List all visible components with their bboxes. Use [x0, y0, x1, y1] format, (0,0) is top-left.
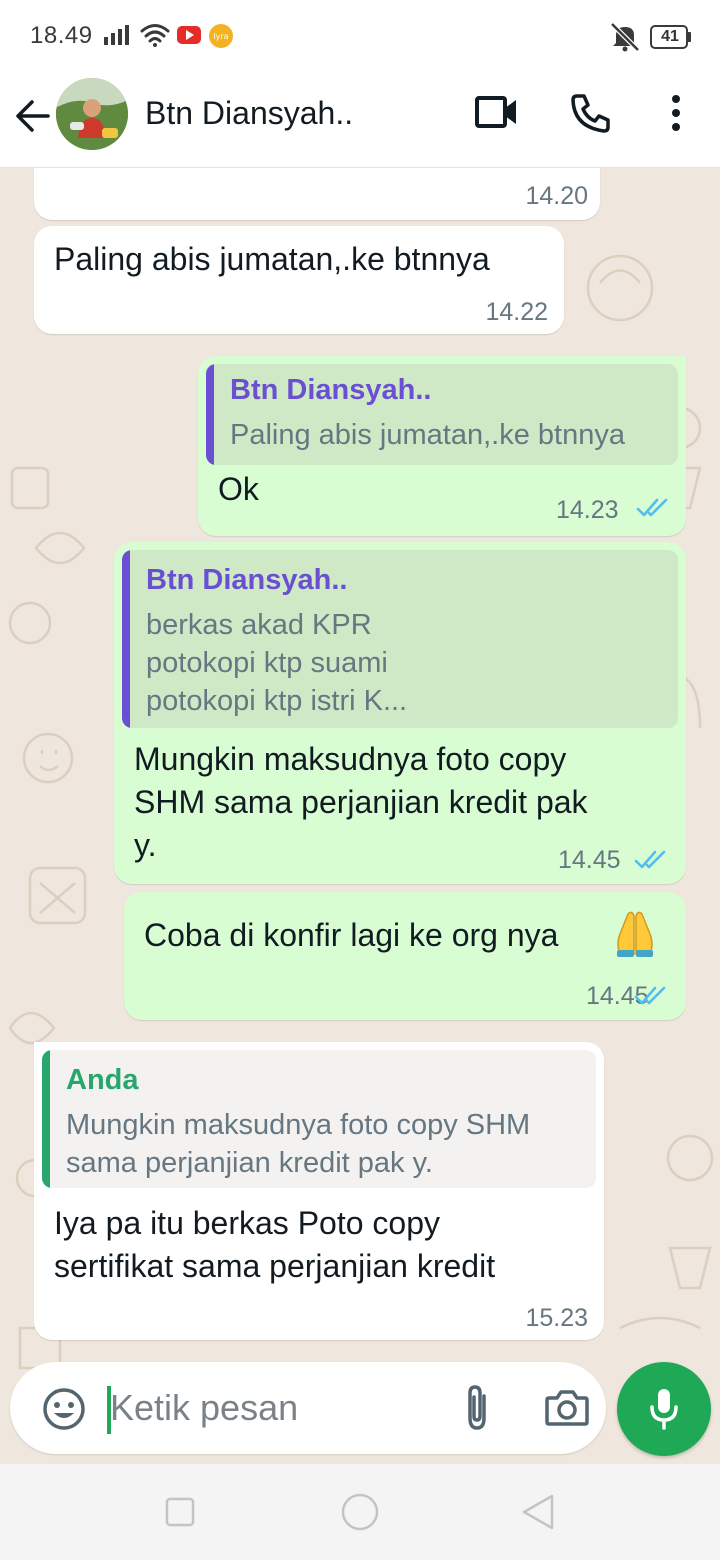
message-time: 14.20 — [525, 182, 588, 210]
message-bubble-incoming[interactable]: 14.20 — [34, 168, 600, 220]
folded-hands-emoji — [617, 911, 653, 957]
video-call-icon[interactable] — [474, 94, 520, 130]
chat-area[interactable]: 14.20 Paling abis jumatan,.ke btnnya 14.… — [0, 168, 720, 1464]
read-double-tick-icon — [634, 986, 666, 1005]
message-bubble-outgoing[interactable]: Btn Diansyah.. Paling abis jumatan,.ke b… — [198, 356, 686, 536]
message-text: Paling abis jumatan,.ke btnnya — [54, 241, 490, 277]
avatar[interactable] — [56, 78, 128, 150]
back-triangle-icon[interactable] — [520, 1493, 556, 1531]
quote-bar — [42, 1050, 50, 1188]
quote-text: Mungkin maksudnya foto copy SHM sama per… — [66, 1109, 531, 1179]
message-text: Ok — [218, 471, 259, 507]
svg-text:lyra: lyra — [213, 32, 228, 41]
message-bubble-incoming[interactable]: Anda Mungkin maksudnya foto copy SHM sam… — [34, 1042, 604, 1340]
message-time: 14.22 — [485, 298, 548, 326]
signal-icon — [104, 25, 129, 45]
quote-author: Btn Diansyah.. — [230, 374, 432, 406]
mic-icon — [650, 1389, 678, 1430]
attach-icon[interactable] — [460, 1384, 494, 1432]
mic-button[interactable] — [617, 1362, 711, 1456]
home-icon[interactable] — [340, 1492, 380, 1532]
read-double-tick-icon — [636, 498, 668, 517]
message-text: Mungkin maksudnya foto copy SHM sama per… — [134, 741, 588, 863]
read-double-tick-icon — [634, 850, 666, 869]
wifi-icon — [140, 24, 170, 47]
message-text: Iya pa itu berkas Poto copy sertifikat s… — [54, 1205, 496, 1284]
quoted-message[interactable]: Anda Mungkin maksudnya foto copy SHM sam… — [42, 1050, 596, 1188]
quote-text: Paling abis jumatan,.ke btnnya — [230, 419, 625, 451]
message-input[interactable]: Ketik pesan — [110, 1380, 298, 1436]
message-bubble-outgoing[interactable]: Coba di konfir lagi ke org nya 14.45 — [124, 892, 686, 1020]
message-bubble-incoming[interactable]: Paling abis jumatan,.ke btnnya 14.22 — [34, 226, 564, 334]
mute-icon — [610, 22, 640, 52]
recent-apps-icon[interactable] — [165, 1497, 195, 1527]
quoted-message[interactable]: Btn Diansyah.. berkas akad KPR potokopi … — [122, 550, 678, 728]
quote-author: Anda — [66, 1064, 139, 1096]
youtube-icon — [177, 26, 201, 44]
battery-level: 41 — [661, 28, 679, 45]
message-time: 14.45 — [558, 846, 621, 874]
app-badge-icon: lyra — [209, 24, 233, 48]
quote-text: berkas akad KPR potokopi ktp suami potok… — [146, 609, 408, 717]
emoji-icon[interactable] — [42, 1387, 86, 1431]
chat-header: Btn Diansyah.. — [0, 72, 720, 168]
quote-bar — [206, 364, 214, 465]
message-bubble-outgoing[interactable]: Btn Diansyah.. berkas akad KPR potokopi … — [114, 542, 686, 884]
back-arrow-icon[interactable] — [14, 97, 52, 135]
status-bar: 18.49 lyra 41 — [0, 0, 720, 72]
quote-bar — [122, 550, 130, 728]
contact-name[interactable]: Btn Diansyah.. — [145, 95, 353, 132]
message-text: Coba di konfir lagi ke org nya — [144, 917, 559, 953]
quote-author: Btn Diansyah.. — [146, 564, 348, 596]
system-nav-bar — [0, 1464, 720, 1560]
quoted-message[interactable]: Btn Diansyah.. Paling abis jumatan,.ke b… — [206, 364, 678, 465]
more-vertical-icon[interactable] — [662, 94, 690, 132]
message-time: 15.23 — [525, 1304, 588, 1332]
message-composer[interactable]: Ketik pesan — [10, 1362, 606, 1454]
status-time: 18.49 — [30, 22, 93, 49]
voice-call-icon[interactable] — [570, 92, 612, 134]
camera-icon[interactable] — [545, 1388, 589, 1426]
message-time: 14.23 — [556, 496, 619, 524]
avatar-photo — [56, 78, 128, 150]
